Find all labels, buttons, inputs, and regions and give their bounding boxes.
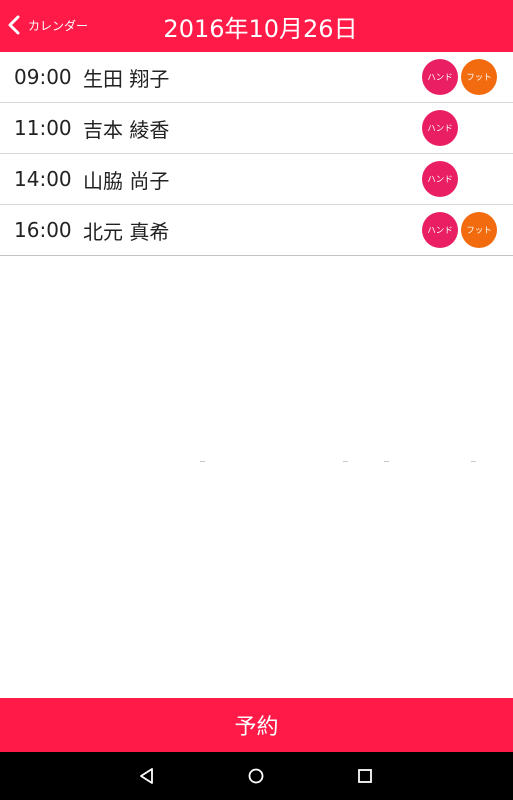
- appointment-row[interactable]: 09:00 生田 翔子 ハンド フット: [0, 52, 513, 103]
- back-icon[interactable]: [137, 766, 157, 786]
- appointment-time: 14:00: [14, 167, 72, 191]
- reserve-button[interactable]: 予約: [0, 698, 513, 752]
- appointment-time: 11:00: [14, 116, 72, 140]
- hand-service-badge: ハンド: [422, 110, 458, 146]
- service-badges: ハンド: [422, 161, 458, 197]
- service-badges: ハンド フット: [422, 212, 497, 248]
- appointment-row[interactable]: 16:00 北元 真希 ハンド フット: [0, 205, 513, 256]
- foot-service-badge: フット: [461, 212, 497, 248]
- hand-service-badge: ハンド: [422, 212, 458, 248]
- faint-mark: [343, 461, 348, 462]
- faint-mark: [471, 461, 476, 462]
- home-icon[interactable]: [246, 766, 266, 786]
- hand-service-badge: ハンド: [422, 161, 458, 197]
- system-navigation-bar: [0, 752, 513, 800]
- service-badges: ハンド: [422, 110, 458, 146]
- service-badges: ハンド フット: [422, 59, 497, 95]
- appointment-time: 16:00: [14, 218, 72, 242]
- recents-icon[interactable]: [355, 766, 375, 786]
- page-title: 2016年10月26日: [163, 15, 358, 43]
- hand-service-badge: ハンド: [422, 59, 458, 95]
- faint-mark: [384, 461, 389, 462]
- foot-service-badge: フット: [461, 59, 497, 95]
- appointment-row[interactable]: 14:00 山脇 尚子 ハンド: [0, 154, 513, 205]
- app-header: カレンダー 2016年10月26日: [0, 0, 513, 52]
- customer-name: 生田 翔子: [83, 66, 170, 91]
- appointment-row[interactable]: 11:00 吉本 綾香 ハンド: [0, 103, 513, 154]
- appointment-list: 09:00 生田 翔子 ハンド フット 11:00 吉本 綾香 ハンド 14:0…: [0, 52, 513, 256]
- customer-name: 山脇 尚子: [83, 168, 170, 193]
- customer-name: 吉本 綾香: [83, 117, 170, 142]
- appointment-time: 09:00: [14, 65, 72, 89]
- faint-mark: [200, 461, 205, 462]
- customer-name: 北元 真希: [83, 219, 170, 244]
